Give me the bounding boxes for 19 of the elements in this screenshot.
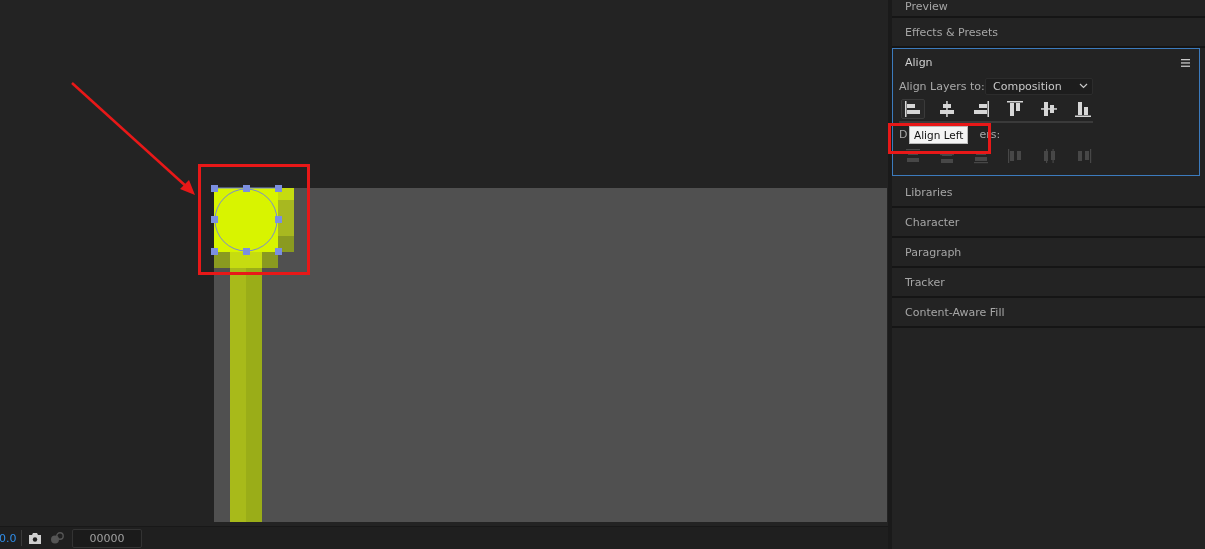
zoom-value[interactable]: 0.0 — [0, 531, 21, 545]
caret-icon — [1079, 83, 1088, 89]
panel-header[interactable]: Character — [892, 208, 1205, 238]
field-label: D — [899, 127, 908, 141]
timecode-field[interactable]: 00000 — [72, 528, 142, 548]
camera-icon[interactable] — [28, 532, 42, 544]
align-to-dropdown[interactable]: Composition — [985, 77, 1093, 95]
panel-header[interactable]: Preview — [892, 0, 1205, 18]
menu-icon[interactable] — [1181, 58, 1190, 67]
panel-header[interactable]: Paragraph — [892, 238, 1205, 268]
panel-header[interactable]: Tracker — [892, 268, 1205, 298]
panel-header[interactable]: Effects & Presets — [892, 18, 1205, 48]
selection-handles[interactable] — [211, 185, 282, 255]
panel-title: Align — [905, 56, 933, 69]
panel-header[interactable]: Content-Aware Fill — [892, 298, 1205, 328]
tooltip: Align Left — [909, 126, 969, 144]
align-left-icon[interactable] — [901, 99, 925, 119]
panel-header[interactable]: Libraries — [892, 178, 1205, 208]
field-label: Align Layers to: — [899, 79, 985, 93]
